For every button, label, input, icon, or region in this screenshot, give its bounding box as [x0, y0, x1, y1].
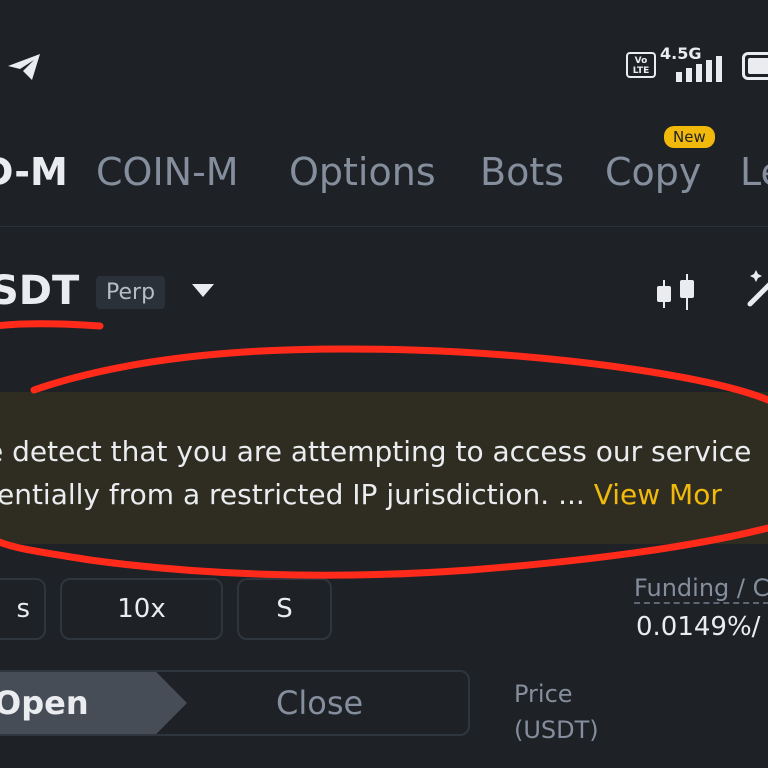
tab-coin-m[interactable]: COIN-M — [96, 150, 239, 194]
tab-copy[interactable]: Copy — [605, 150, 701, 194]
tab-bots[interactable]: Bots — [480, 150, 564, 194]
price-unit: (USDT) — [514, 716, 599, 744]
open-tab[interactable]: Open — [0, 684, 89, 722]
price-column-header: Price (USDT) — [514, 676, 599, 748]
battery-icon — [742, 52, 768, 80]
perp-badge: Perp — [96, 276, 166, 309]
telegram-icon — [8, 54, 40, 80]
funding-rate-value: 0.0149%/ — [636, 612, 761, 642]
volte-icon: Vo LTE — [626, 52, 656, 78]
restriction-line-2-text: tentially from a restricted IP jurisdict… — [0, 478, 594, 511]
magic-tools-icon[interactable] — [744, 268, 768, 312]
red-annotation-marks — [0, 320, 768, 579]
close-tab[interactable]: Close — [276, 684, 363, 722]
tab-usds-m[interactable]: D-M — [0, 150, 68, 194]
candlestick-chart-icon[interactable] — [652, 272, 702, 312]
leverage-button[interactable]: 10x — [60, 578, 223, 640]
tab-divider — [0, 226, 768, 227]
price-label: Price — [514, 680, 573, 708]
signal-icon — [676, 56, 722, 82]
restriction-line-1: e detect that you are attempting to acce… — [0, 435, 752, 468]
tab-options[interactable]: Options — [289, 150, 436, 194]
asset-mode-button[interactable]: S — [237, 578, 332, 640]
chevron-down-icon[interactable] — [192, 284, 214, 297]
funding-rate-label[interactable]: Funding / C — [634, 574, 768, 604]
margin-mode-button[interactable]: s — [0, 578, 46, 640]
view-more-link[interactable]: View Mor — [594, 478, 722, 511]
restriction-line-2: tentially from a restricted IP jurisdict… — [0, 473, 768, 516]
new-badge: New — [664, 126, 715, 148]
restriction-message: e detect that you are attempting to acce… — [0, 430, 768, 516]
tab-leaderboard[interactable]: Le — [740, 150, 768, 194]
symbol-name[interactable]: SDT — [0, 268, 79, 314]
